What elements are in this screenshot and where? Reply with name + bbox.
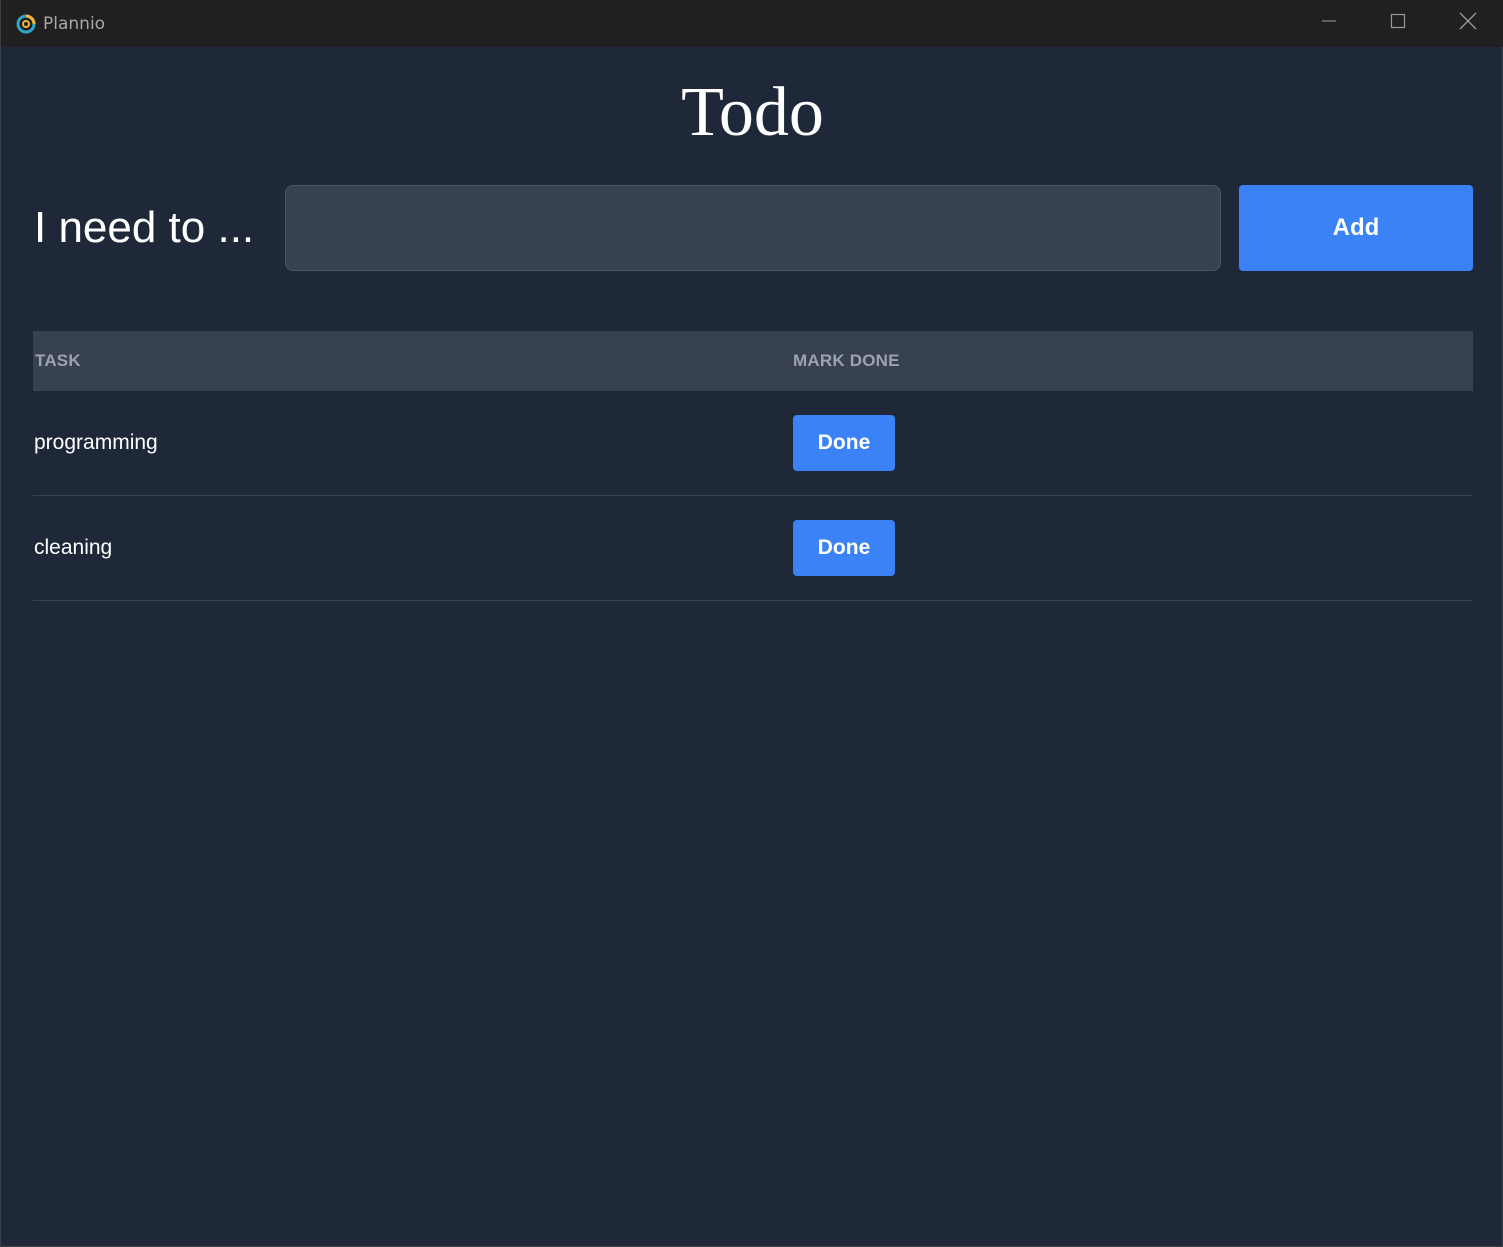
task-name: cleaning: [34, 536, 113, 559]
task-name: programming: [34, 431, 158, 454]
add-button[interactable]: Add: [1239, 185, 1473, 271]
task-input[interactable]: [285, 185, 1221, 271]
app-window: Plannio Todo I need to ... Add TASK MARK…: [0, 0, 1503, 1247]
table-row: cleaning Done: [33, 496, 1473, 601]
title-bar[interactable]: Plannio: [1, 0, 1503, 47]
task-input-label: I need to ...: [34, 203, 255, 252]
table-row: programming Done: [33, 391, 1473, 496]
maximize-icon: [1390, 13, 1406, 34]
done-button[interactable]: Done: [793, 415, 895, 471]
column-header-mark-done: MARK DONE: [793, 351, 900, 370]
minimize-button[interactable]: [1294, 0, 1364, 47]
app-logo-icon: [16, 14, 36, 34]
maximize-button[interactable]: [1363, 0, 1433, 47]
close-button[interactable]: [1433, 0, 1503, 47]
window-title: Plannio: [43, 14, 106, 34]
column-header-task: TASK: [35, 351, 81, 370]
minimize-icon: [1321, 13, 1337, 34]
done-button[interactable]: Done: [793, 520, 895, 576]
task-table: TASK MARK DONE programming Done cleaning…: [33, 331, 1473, 601]
close-icon: [1459, 12, 1477, 35]
page-title: Todo: [681, 74, 824, 151]
table-header: TASK MARK DONE: [33, 331, 1473, 391]
